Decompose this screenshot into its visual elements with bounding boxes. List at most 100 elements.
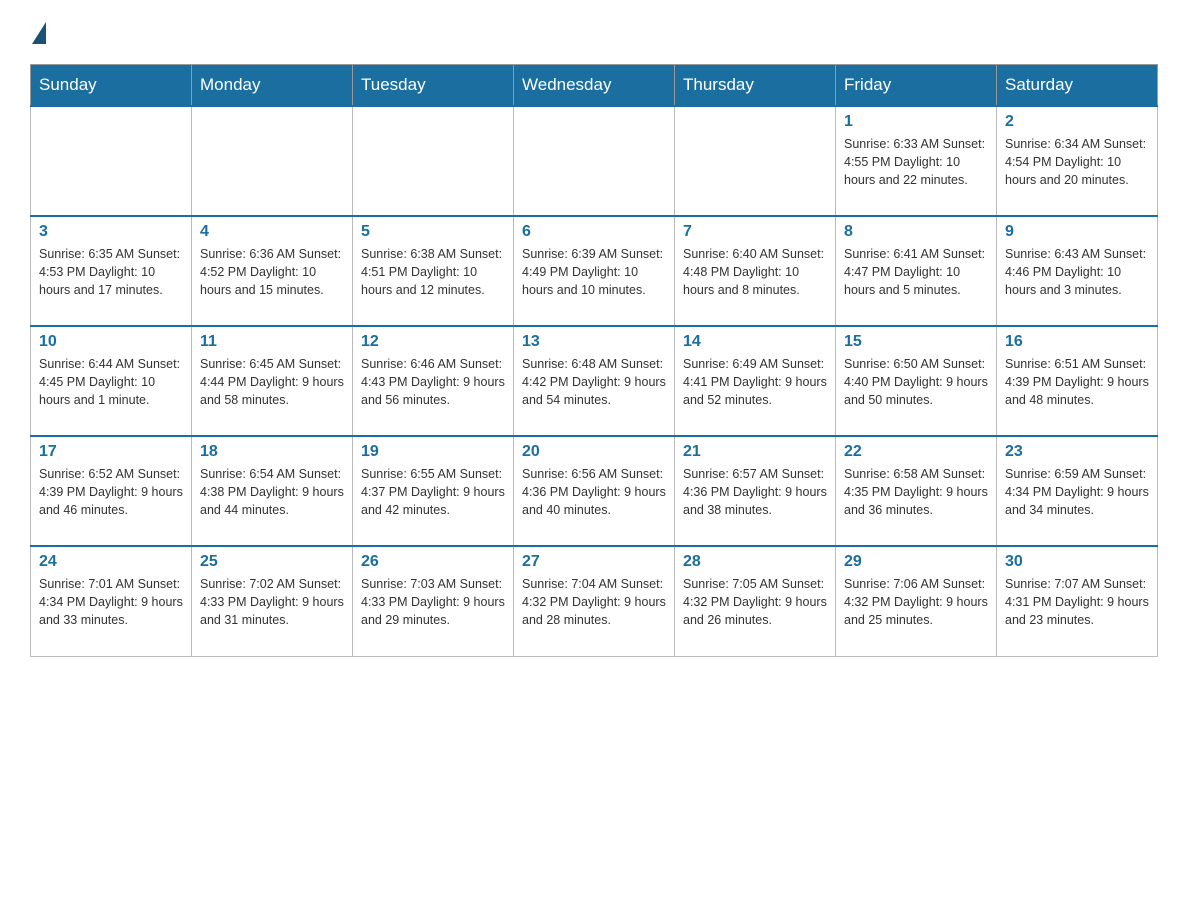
calendar-cell: [514, 106, 675, 216]
day-info: Sunrise: 6:56 AM Sunset: 4:36 PM Dayligh…: [522, 465, 666, 519]
day-number: 17: [39, 443, 183, 461]
calendar-cell: 4 Sunrise: 6:36 AM Sunset: 4:52 PM Daylig…: [192, 216, 353, 326]
calendar-cell: 22Sunrise: 6:58 AM Sunset: 4:35 PM Dayli…: [836, 436, 997, 546]
calendar-cell: 26 Sunrise: 7:03 AM Sunset: 4:33 PM Dayli…: [353, 546, 514, 656]
calendar-header-saturday: Saturday: [997, 65, 1158, 107]
calendar-header-wednesday: Wednesday: [514, 65, 675, 107]
calendar-week-row-2: 3 Sunrise: 6:35 AM Sunset: 4:53 PM Daylig…: [31, 216, 1158, 326]
day-info: Sunrise: 6:40 AM Sunset: 4:48 PM Dayligh…: [683, 245, 827, 299]
day-info: Sunrise: 6:54 AM Sunset: 4:38 PM Dayligh…: [200, 465, 344, 519]
day-info: Sunrise: 6:41 AM Sunset: 4:47 PM Dayligh…: [844, 245, 988, 299]
day-number: 20: [522, 443, 666, 461]
calendar-header-row: SundayMondayTuesdayWednesdayThursdayFrid…: [31, 65, 1158, 107]
calendar-cell: 29 Sunrise: 7:06 AM Sunset: 4:32 PM Dayli…: [836, 546, 997, 656]
day-number: 29: [844, 553, 988, 571]
day-number: 27: [522, 553, 666, 571]
calendar-header-friday: Friday: [836, 65, 997, 107]
day-number: 13: [522, 333, 666, 351]
day-info: Sunrise: 6:38 AM Sunset: 4:51 PM Dayligh…: [361, 245, 505, 299]
day-info: Sunrise: 6:50 AM Sunset: 4:40 PM Dayligh…: [844, 355, 988, 409]
calendar-week-row-4: 17 Sunrise: 6:52 AM Sunset: 4:39 PM Dayli…: [31, 436, 1158, 546]
day-number: 24: [39, 553, 183, 571]
day-number: 19: [361, 443, 505, 461]
day-number: 25: [200, 553, 344, 571]
day-info: Sunrise: 7:06 AM Sunset: 4:32 PM Dayligh…: [844, 575, 988, 629]
day-number: 11: [200, 333, 344, 351]
day-number: 5: [361, 223, 505, 241]
calendar-cell: 16 Sunrise: 6:51 AM Sunset: 4:39 PM Dayli…: [997, 326, 1158, 436]
calendar-cell: 28 Sunrise: 7:05 AM Sunset: 4:32 PM Dayli…: [675, 546, 836, 656]
day-info: Sunrise: 6:49 AM Sunset: 4:41 PM Dayligh…: [683, 355, 827, 409]
day-number: 1: [844, 113, 988, 131]
day-number: 8: [844, 223, 988, 241]
calendar-week-row-5: 24 Sunrise: 7:01 AM Sunset: 4:34 PM Dayli…: [31, 546, 1158, 656]
calendar-cell: 5 Sunrise: 6:38 AM Sunset: 4:51 PM Daylig…: [353, 216, 514, 326]
calendar-cell: 13 Sunrise: 6:48 AM Sunset: 4:42 PM Dayli…: [514, 326, 675, 436]
calendar-cell: 9 Sunrise: 6:43 AM Sunset: 4:46 PM Daylig…: [997, 216, 1158, 326]
day-number: 23: [1005, 443, 1149, 461]
calendar-week-row-3: 10Sunrise: 6:44 AM Sunset: 4:45 PM Dayli…: [31, 326, 1158, 436]
day-info: Sunrise: 7:04 AM Sunset: 4:32 PM Dayligh…: [522, 575, 666, 629]
day-number: 26: [361, 553, 505, 571]
calendar-cell: 7 Sunrise: 6:40 AM Sunset: 4:48 PM Daylig…: [675, 216, 836, 326]
calendar-cell: 1 Sunrise: 6:33 AM Sunset: 4:55 PM Daylig…: [836, 106, 997, 216]
calendar-cell: 14 Sunrise: 6:49 AM Sunset: 4:41 PM Dayli…: [675, 326, 836, 436]
calendar-table: SundayMondayTuesdayWednesdayThursdayFrid…: [30, 64, 1158, 657]
page-header: [30, 20, 1158, 44]
calendar-cell: 6 Sunrise: 6:39 AM Sunset: 4:49 PM Daylig…: [514, 216, 675, 326]
day-info: Sunrise: 6:48 AM Sunset: 4:42 PM Dayligh…: [522, 355, 666, 409]
day-info: Sunrise: 7:02 AM Sunset: 4:33 PM Dayligh…: [200, 575, 344, 629]
calendar-header-thursday: Thursday: [675, 65, 836, 107]
day-number: 16: [1005, 333, 1149, 351]
day-number: 4: [200, 223, 344, 241]
calendar-cell: [353, 106, 514, 216]
day-info: Sunrise: 7:03 AM Sunset: 4:33 PM Dayligh…: [361, 575, 505, 629]
day-info: Sunrise: 6:58 AM Sunset: 4:35 PM Dayligh…: [844, 465, 988, 519]
day-info: Sunrise: 6:59 AM Sunset: 4:34 PM Dayligh…: [1005, 465, 1149, 519]
calendar-cell: 15 Sunrise: 6:50 AM Sunset: 4:40 PM Dayli…: [836, 326, 997, 436]
day-number: 3: [39, 223, 183, 241]
day-info: Sunrise: 7:01 AM Sunset: 4:34 PM Dayligh…: [39, 575, 183, 629]
calendar-week-row-1: 1 Sunrise: 6:33 AM Sunset: 4:55 PM Daylig…: [31, 106, 1158, 216]
day-number: 15: [844, 333, 988, 351]
day-info: Sunrise: 6:44 AM Sunset: 4:45 PM Dayligh…: [39, 355, 183, 409]
day-number: 14: [683, 333, 827, 351]
calendar-header-tuesday: Tuesday: [353, 65, 514, 107]
calendar-cell: 19 Sunrise: 6:55 AM Sunset: 4:37 PM Dayli…: [353, 436, 514, 546]
calendar-cell: 3 Sunrise: 6:35 AM Sunset: 4:53 PM Daylig…: [31, 216, 192, 326]
day-info: Sunrise: 6:43 AM Sunset: 4:46 PM Dayligh…: [1005, 245, 1149, 299]
day-info: Sunrise: 7:05 AM Sunset: 4:32 PM Dayligh…: [683, 575, 827, 629]
calendar-cell: 23 Sunrise: 6:59 AM Sunset: 4:34 PM Dayli…: [997, 436, 1158, 546]
day-number: 18: [200, 443, 344, 461]
logo-triangle-icon: [32, 22, 46, 44]
day-number: 6: [522, 223, 666, 241]
calendar-header-sunday: Sunday: [31, 65, 192, 107]
day-number: 21: [683, 443, 827, 461]
calendar-cell: 21 Sunrise: 6:57 AM Sunset: 4:36 PM Dayli…: [675, 436, 836, 546]
calendar-cell: [192, 106, 353, 216]
calendar-cell: 30Sunrise: 7:07 AM Sunset: 4:31 PM Dayli…: [997, 546, 1158, 656]
calendar-cell: 18 Sunrise: 6:54 AM Sunset: 4:38 PM Dayli…: [192, 436, 353, 546]
day-info: Sunrise: 6:45 AM Sunset: 4:44 PM Dayligh…: [200, 355, 344, 409]
calendar-cell: [31, 106, 192, 216]
day-info: Sunrise: 6:36 AM Sunset: 4:52 PM Dayligh…: [200, 245, 344, 299]
day-info: Sunrise: 6:52 AM Sunset: 4:39 PM Dayligh…: [39, 465, 183, 519]
day-info: Sunrise: 6:55 AM Sunset: 4:37 PM Dayligh…: [361, 465, 505, 519]
day-info: Sunrise: 7:07 AM Sunset: 4:31 PM Dayligh…: [1005, 575, 1149, 629]
calendar-cell: 12Sunrise: 6:46 AM Sunset: 4:43 PM Dayli…: [353, 326, 514, 436]
calendar-cell: 27 Sunrise: 7:04 AM Sunset: 4:32 PM Dayli…: [514, 546, 675, 656]
calendar-cell: 25 Sunrise: 7:02 AM Sunset: 4:33 PM Dayli…: [192, 546, 353, 656]
day-info: Sunrise: 6:39 AM Sunset: 4:49 PM Dayligh…: [522, 245, 666, 299]
logo: [30, 20, 46, 44]
calendar-cell: [675, 106, 836, 216]
calendar-cell: 11 Sunrise: 6:45 AM Sunset: 4:44 PM Dayli…: [192, 326, 353, 436]
day-number: 7: [683, 223, 827, 241]
day-info: Sunrise: 6:33 AM Sunset: 4:55 PM Dayligh…: [844, 135, 988, 189]
calendar-cell: 8 Sunrise: 6:41 AM Sunset: 4:47 PM Daylig…: [836, 216, 997, 326]
day-info: Sunrise: 6:35 AM Sunset: 4:53 PM Dayligh…: [39, 245, 183, 299]
day-number: 28: [683, 553, 827, 571]
day-info: Sunrise: 6:57 AM Sunset: 4:36 PM Dayligh…: [683, 465, 827, 519]
calendar-cell: 20 Sunrise: 6:56 AM Sunset: 4:36 PM Dayli…: [514, 436, 675, 546]
day-info: Sunrise: 6:51 AM Sunset: 4:39 PM Dayligh…: [1005, 355, 1149, 409]
day-number: 9: [1005, 223, 1149, 241]
